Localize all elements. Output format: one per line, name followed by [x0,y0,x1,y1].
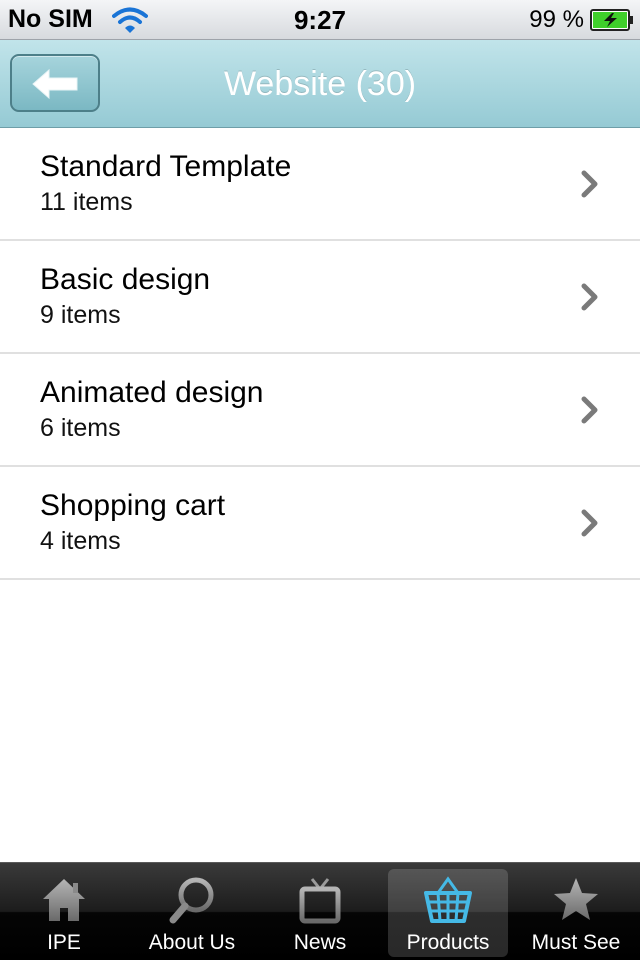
tab-ipe[interactable]: IPE [4,869,124,957]
list-item-shopping-cart[interactable]: Shopping cart 4 items [0,467,640,580]
status-bar: No SIM 9:27 99 % [0,0,640,40]
back-arrow-icon [32,68,78,100]
star-icon [554,878,598,920]
chevron-right-icon [581,396,598,424]
tab-news[interactable]: News [260,869,380,957]
item-title: Shopping cart [40,489,226,522]
basket-icon [424,876,472,923]
tab-about-us[interactable]: About Us [132,869,252,957]
tab-label: Products [406,931,490,954]
battery-icon [590,9,633,31]
magnifier-icon [169,877,214,924]
item-count: 11 items [40,188,133,216]
tab-must-see[interactable]: Must See [516,869,636,957]
tab-label: IPE [47,931,81,954]
tv-icon [299,878,341,924]
item-title: Basic design [40,263,211,296]
list-item-animated-design[interactable]: Animated design 6 items [0,354,640,467]
tab-products[interactable]: Products [388,869,508,957]
back-button[interactable] [10,54,100,112]
item-count: 4 items [40,527,121,555]
navigation-bar: Website (30) [0,40,640,128]
battery-percent: 99 % [529,6,584,33]
item-count: 6 items [40,414,121,442]
tab-label: Must See [531,931,621,954]
tab-label: News [293,931,347,954]
list-item-basic-design[interactable]: Basic design 9 items [0,241,640,354]
chevron-right-icon [581,170,598,198]
tab-label: About Us [148,931,236,954]
home-icon [43,879,85,921]
category-list: Standard Template 11 items Basic design … [0,128,640,580]
item-count: 9 items [40,301,121,329]
chevron-right-icon [581,283,598,311]
item-title: Standard Template [40,150,292,183]
tab-bar: IPE About Us News Products Must See [0,862,640,960]
item-title: Animated design [40,376,264,409]
list-item-standard-template[interactable]: Standard Template 11 items [0,128,640,241]
chevron-right-icon [581,509,598,537]
